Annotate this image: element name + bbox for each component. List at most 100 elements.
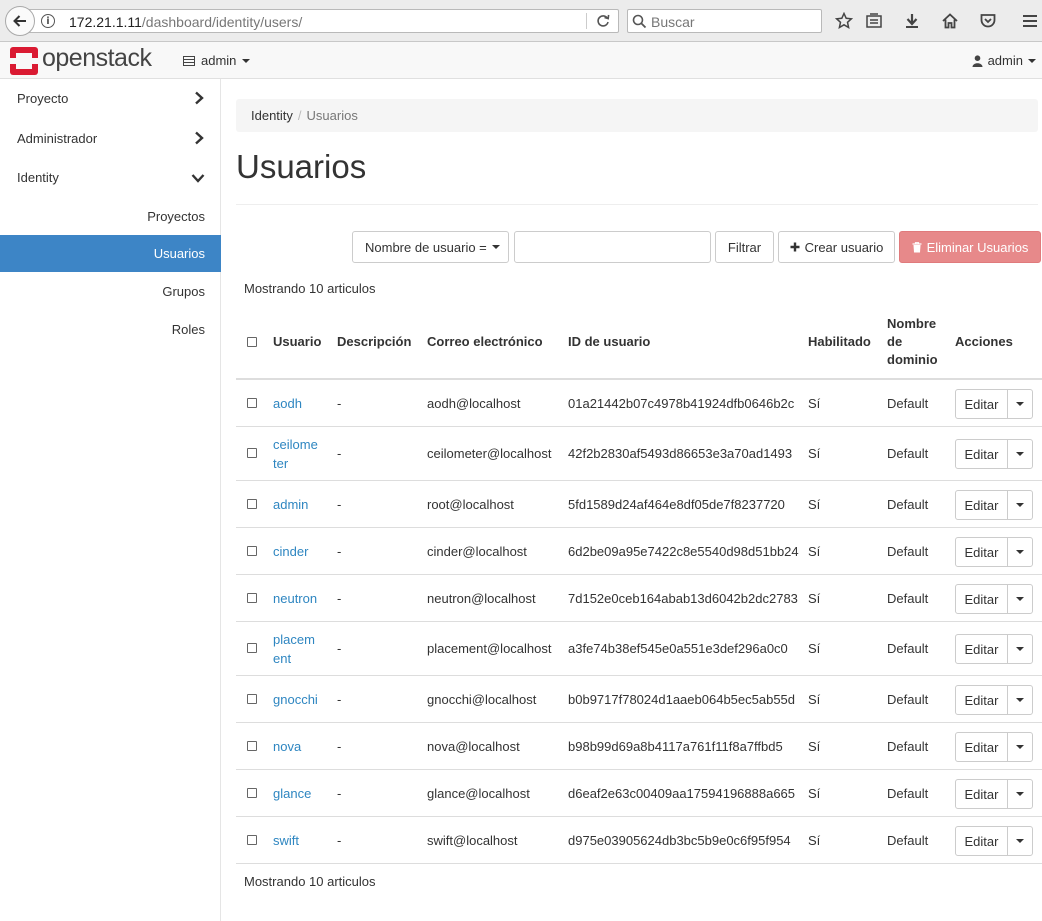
table-row: aodh - aodh@localhost 01a21442b07c4978b4192…: [236, 380, 1042, 427]
home-icon[interactable]: [940, 11, 960, 31]
user-menu[interactable]: admin: [972, 53, 1036, 68]
header-user[interactable]: Usuario: [273, 333, 321, 351]
sidebar-item-label: Grupos: [162, 284, 205, 299]
breadcrumb: Identity / Usuarios: [236, 99, 1038, 132]
user-name-link[interactable]: cinder: [273, 542, 308, 561]
row-checkbox[interactable]: [247, 448, 257, 458]
row-actions-dropdown[interactable]: [1008, 491, 1032, 519]
row-actions-dropdown[interactable]: [1008, 585, 1032, 613]
sidebar-panel-identity[interactable]: Identity: [0, 158, 221, 196]
sidebar-item-proyectos[interactable]: Proyectos: [0, 198, 221, 235]
row-actions-group: Editar: [955, 732, 1033, 762]
page-title: Usuarios: [236, 148, 367, 185]
user-name-link[interactable]: neutron: [273, 589, 317, 608]
user-enabled: Sí: [808, 641, 821, 656]
sidebar-item-roles[interactable]: Roles: [0, 311, 221, 348]
project-switcher[interactable]: admin: [183, 53, 251, 68]
edit-button[interactable]: Editar: [956, 733, 1008, 761]
address-bar[interactable]: i 172.21.1.11/dashboard/identity/users/: [24, 9, 619, 33]
user-name-link[interactable]: glance: [273, 784, 311, 803]
select-all-checkbox[interactable]: [247, 337, 257, 347]
header-actions: Acciones: [955, 334, 1013, 349]
table-row: glance - glance@localhost d6eaf2e63c00409aa…: [236, 770, 1042, 817]
caret-down-icon: [1016, 402, 1024, 406]
sidebar-panel-administrador[interactable]: Administrador: [0, 119, 221, 157]
create-user-button[interactable]: Crear usuario: [778, 231, 895, 263]
row-actions-dropdown[interactable]: [1008, 686, 1032, 714]
reload-icon[interactable]: [595, 13, 611, 29]
row-checkbox[interactable]: [247, 398, 257, 408]
menu-hamburger-icon[interactable]: [1020, 11, 1040, 31]
sidebar-panel-proyecto[interactable]: Proyecto: [0, 79, 221, 117]
edit-button[interactable]: Editar: [956, 538, 1008, 566]
openstack-logo-text[interactable]: openstack: [42, 44, 152, 73]
header-user-id[interactable]: ID de usuario: [568, 333, 650, 351]
reading-list-icon[interactable]: [864, 11, 884, 31]
title-divider: [236, 204, 1038, 205]
edit-button[interactable]: Editar: [956, 440, 1008, 468]
sidebar-item-grupos[interactable]: Grupos: [0, 273, 221, 310]
user-name-link[interactable]: gnocchi: [273, 690, 318, 709]
row-actions-dropdown[interactable]: [1008, 440, 1032, 468]
row-checkbox[interactable]: [247, 643, 257, 653]
sidebar-item-usuarios[interactable]: Usuarios: [0, 235, 221, 272]
filter-field-dropdown[interactable]: Nombre de usuario =: [352, 231, 509, 263]
pocket-icon[interactable]: [978, 11, 998, 31]
filter-input[interactable]: [514, 231, 711, 263]
sidebar-panel-label: Administrador: [17, 130, 98, 146]
edit-button[interactable]: Editar: [956, 686, 1008, 714]
row-checkbox[interactable]: [247, 741, 257, 751]
row-actions-dropdown[interactable]: [1008, 390, 1032, 418]
edit-button[interactable]: Editar: [956, 390, 1008, 418]
user-name-link[interactable]: aodh: [273, 394, 302, 413]
plus-icon: [790, 242, 800, 252]
row-checkbox[interactable]: [247, 546, 257, 556]
row-actions-dropdown[interactable]: [1008, 635, 1032, 663]
edit-button[interactable]: Editar: [956, 635, 1008, 663]
edit-button[interactable]: Editar: [956, 585, 1008, 613]
row-checkbox[interactable]: [247, 835, 257, 845]
openstack-logo-icon[interactable]: [10, 47, 38, 75]
caret-down-icon: [1016, 839, 1024, 843]
delete-users-label: Eliminar Usuarios: [926, 239, 1029, 255]
row-actions-group: Editar: [955, 634, 1033, 664]
row-checkbox[interactable]: [247, 694, 257, 704]
user-name-link[interactable]: admin: [273, 495, 308, 514]
row-actions-dropdown[interactable]: [1008, 733, 1032, 761]
user-domain: Default: [887, 544, 929, 559]
row-checkbox[interactable]: [247, 788, 257, 798]
header-domain[interactable]: Nombre de dominio: [887, 315, 938, 369]
row-actions-dropdown[interactable]: [1008, 827, 1032, 855]
url-text[interactable]: 172.21.1.11/dashboard/identity/users/: [69, 14, 302, 30]
breadcrumb-root-link[interactable]: Identity: [251, 108, 293, 123]
user-name-link[interactable]: ceilome ter: [273, 435, 318, 473]
row-actions-dropdown[interactable]: [1008, 780, 1032, 808]
row-actions-dropdown[interactable]: [1008, 538, 1032, 566]
user-name-link[interactable]: swift: [273, 831, 299, 850]
bookmark-star-icon[interactable]: [834, 11, 854, 31]
caret-down-icon: [1016, 647, 1024, 651]
header-description[interactable]: Descripción: [337, 333, 411, 351]
user-name-link[interactable]: placem ent: [273, 630, 315, 668]
user-id: a3fe74b38ef545e0a551e3def296a0c0: [568, 641, 788, 656]
user-description: -: [337, 739, 342, 754]
user-description: -: [337, 591, 342, 606]
back-button[interactable]: [5, 6, 35, 36]
site-info-icon[interactable]: i: [41, 14, 55, 28]
user-name-part: cinder: [273, 544, 309, 559]
user-enabled: Sí: [808, 786, 821, 801]
user-id: 7d152e0ceb164abab13d6042b2dc2783: [568, 591, 798, 606]
browser-search-box[interactable]: Buscar: [627, 9, 822, 33]
header-email[interactable]: Correo electrónico: [427, 333, 543, 351]
filter-button[interactable]: Filtrar: [715, 231, 774, 263]
table-row: swift - swift@localhost d975e03905624db3bc5…: [236, 817, 1042, 864]
user-name-link[interactable]: nova: [273, 737, 301, 756]
row-checkbox[interactable]: [247, 593, 257, 603]
download-icon[interactable]: [902, 11, 922, 31]
edit-button[interactable]: Editar: [956, 827, 1008, 855]
header-enabled[interactable]: Habilitado: [808, 333, 871, 351]
row-checkbox[interactable]: [247, 499, 257, 509]
edit-button[interactable]: Editar: [956, 780, 1008, 808]
edit-button[interactable]: Editar: [956, 491, 1008, 519]
delete-users-button[interactable]: Eliminar Usuarios: [899, 231, 1041, 263]
